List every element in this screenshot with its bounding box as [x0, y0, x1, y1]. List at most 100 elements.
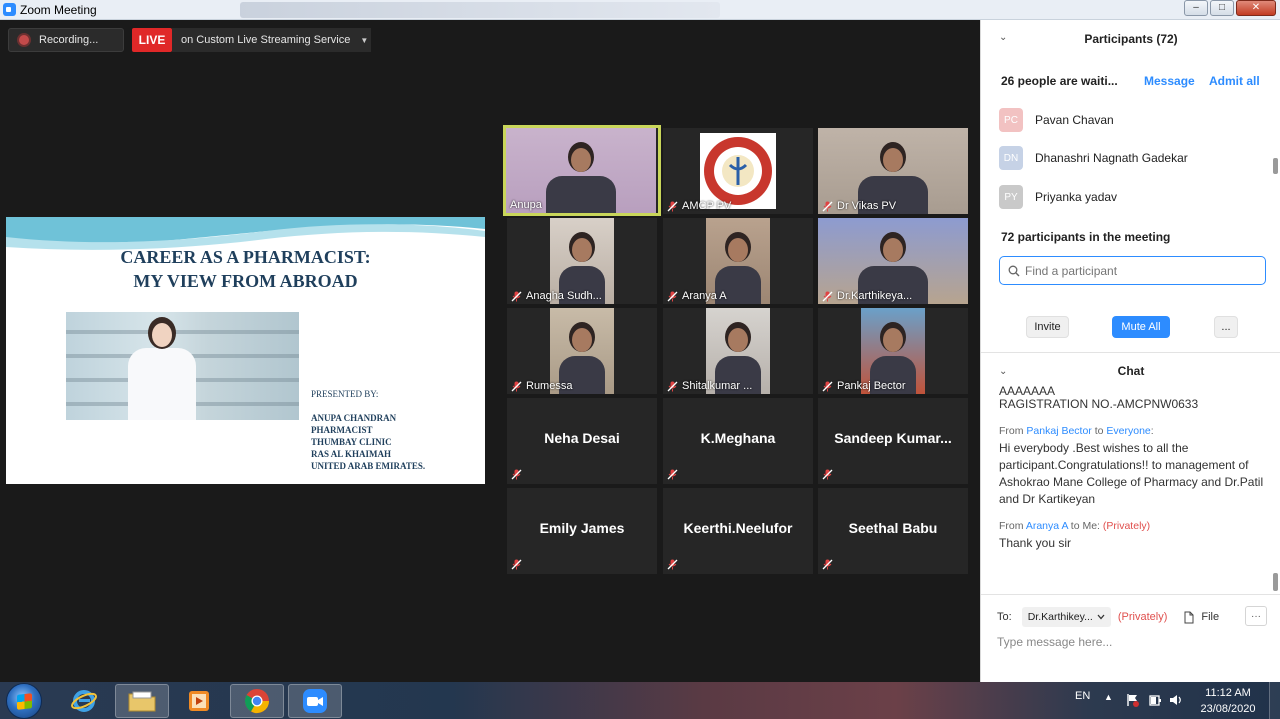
chrome-icon[interactable]: [230, 684, 284, 718]
private-label: (Privately): [1117, 611, 1168, 623]
participant-name: Pavan Chavan: [1035, 113, 1114, 127]
mic-muted-icon: [667, 291, 678, 302]
chat-scrollbar[interactable]: [1272, 400, 1278, 610]
mic-muted-icon: [822, 559, 833, 570]
participant-name: Rumessa: [526, 380, 573, 392]
start-button[interactable]: [6, 683, 42, 719]
participant-video-tile[interactable]: AMCP PV: [663, 128, 813, 214]
chat-messages: AAAAAAA RAGISTRATION NO.-AMCPNW0633 From…: [999, 386, 1267, 596]
show-desktop-button[interactable]: [1269, 682, 1280, 719]
live-stream-dropdown[interactable]: on Custom Live Streaming Service ▼: [172, 28, 371, 52]
action-center-flag-icon[interactable]: [1126, 693, 1140, 707]
mic-muted-icon: [822, 469, 833, 480]
participant-name: Keerthi.Neelufor: [683, 520, 793, 536]
participant-actions: Invite Mute All ...: [981, 316, 1280, 340]
caret-down-icon: ▼: [360, 35, 369, 45]
pharmacist-figure: [128, 348, 196, 420]
language-indicator[interactable]: EN: [1075, 690, 1090, 702]
waiting-participant[interactable]: PY Priyanka yadav: [999, 185, 1259, 209]
close-button[interactable]: ✕: [1236, 0, 1276, 16]
recipient-select[interactable]: Dr.Karthikey...: [1021, 607, 1111, 627]
slide-title-line1: CAREER AS A PHARMACIST:: [120, 247, 371, 267]
file-explorer-icon[interactable]: [115, 684, 169, 718]
chat-sender[interactable]: Pankaj Bector: [1026, 425, 1091, 437]
meta-colon: :: [1150, 425, 1154, 437]
chat-cut-line: AAAAAAA: [999, 386, 1056, 396]
participant-name: Priyanka yadav: [1035, 190, 1118, 204]
chat-divider: [981, 594, 1280, 595]
participant-video-tile[interactable]: Neha Desai: [507, 398, 657, 484]
chat-message-text: Hi everybody .Best wishes to all the par…: [999, 441, 1264, 506]
minimize-button[interactable]: –: [1184, 0, 1208, 16]
participant-video-tile[interactable]: Anagha Sudh...: [507, 218, 657, 304]
invite-button[interactable]: Invite: [1026, 316, 1069, 338]
chat-message-text: Thank you sir: [999, 536, 1072, 550]
admit-all-button[interactable]: Admit all: [1209, 74, 1260, 88]
side-panel: ⌄ Participants (72) 26 people are waiti.…: [980, 20, 1280, 682]
window-title: Zoom Meeting: [20, 3, 97, 17]
zoom-app-icon: [3, 3, 16, 16]
file-icon: [1184, 611, 1194, 623]
maximize-button[interactable]: □: [1210, 0, 1234, 16]
chat-message-meta: From Aranya A to Me: (Privately): [999, 518, 1267, 535]
waiting-participant[interactable]: DN Dhanashri Nagnath Gadekar: [999, 146, 1259, 170]
participants-header: Participants (72): [1084, 32, 1178, 46]
participant-name: Anagha Sudh...: [526, 290, 602, 302]
waiting-list-scrollbar[interactable]: [1272, 100, 1278, 215]
zoom-taskbar-icon[interactable]: [288, 684, 342, 718]
participant-label: Rumessa: [511, 380, 572, 392]
participant-video-tile[interactable]: Shitalkumar ...: [663, 308, 813, 394]
waiting-participant[interactable]: PC Pavan Chavan: [999, 108, 1259, 132]
participant-video-tile[interactable]: Aranya A: [663, 218, 813, 304]
record-dot-icon: [19, 35, 29, 45]
participant-video-tile[interactable]: Sandeep Kumar...: [818, 398, 968, 484]
participant-video-tile[interactable]: Dr.Karthikeya...: [818, 218, 968, 304]
window-titlebar: Zoom Meeting – □ ✕: [0, 0, 1280, 20]
participant-label: Shitalkumar ...: [667, 380, 752, 392]
panel-divider: [981, 352, 1280, 353]
participant-video-tile[interactable]: Rumessa: [507, 308, 657, 394]
stream-label: on Custom Live Streaming Service: [181, 34, 351, 46]
file-button[interactable]: File: [1184, 611, 1219, 624]
media-player-icon[interactable]: [172, 684, 226, 718]
participant-label: Pankaj Bector: [822, 380, 905, 392]
participant-name: Aranya A: [682, 290, 727, 302]
search-input[interactable]: [1025, 263, 1255, 278]
participant-video-tile[interactable]: Keerthi.Neelufor: [663, 488, 813, 574]
avatar: PC: [999, 108, 1023, 132]
participant-name: Neha Desai: [544, 430, 620, 446]
mic-muted-icon: [667, 201, 678, 212]
participant-search[interactable]: [999, 256, 1266, 285]
participant-video-tile[interactable]: Dr Vikas PV: [818, 128, 968, 214]
mic-muted-icon: [667, 469, 678, 480]
participant-label: Anupa: [510, 199, 542, 211]
participant-video-tile[interactable]: Seethal Babu: [818, 488, 968, 574]
participant-name: Sandeep Kumar...: [834, 430, 952, 446]
clock-date[interactable]: 23/08/2020: [1190, 703, 1266, 715]
mute-all-button[interactable]: Mute All: [1112, 316, 1170, 338]
volume-icon[interactable]: [1169, 693, 1183, 707]
internet-explorer-icon[interactable]: [57, 684, 111, 718]
mic-muted-icon: [667, 381, 678, 392]
message-waiting-button[interactable]: Message: [1144, 74, 1195, 88]
power-icon[interactable]: [1148, 693, 1162, 707]
more-options-button[interactable]: ...: [1214, 316, 1238, 338]
recording-indicator[interactable]: Recording...: [8, 28, 124, 52]
mic-muted-icon: [511, 291, 522, 302]
chat-message-meta: From Pankaj Bector to Everyone:: [999, 423, 1267, 440]
participant-video-tile[interactable]: Pankaj Bector: [818, 308, 968, 394]
participant-name: Dr Vikas PV: [837, 200, 897, 212]
chat-sender[interactable]: Aranya A: [1026, 520, 1068, 532]
chat-message-input[interactable]: [997, 632, 1267, 652]
college-logo: [700, 133, 776, 209]
show-hidden-icons[interactable]: ▲: [1104, 692, 1113, 702]
chat-more-button[interactable]: ···: [1245, 606, 1267, 626]
participant-video-tile[interactable]: K.Meghana: [663, 398, 813, 484]
clock-time[interactable]: 11:12 AM: [1190, 687, 1266, 699]
mic-muted-icon: [822, 291, 833, 302]
slide-presented-by: PRESENTED BY:: [311, 389, 379, 399]
participant-video-tile[interactable]: Emily James: [507, 488, 657, 574]
participant-label: Dr Vikas PV: [822, 200, 896, 212]
participant-video-tile[interactable]: Anupa: [503, 125, 661, 216]
participant-name: Seethal Babu: [848, 520, 938, 536]
